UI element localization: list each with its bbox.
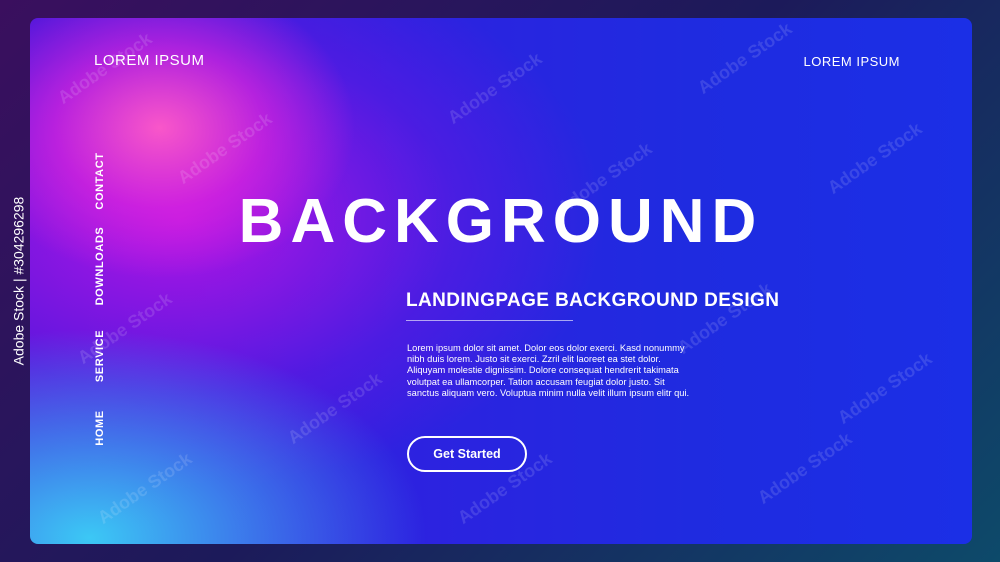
watermark: Adobe Stock [753,428,856,508]
stock-id-text: Adobe Stock | #304296298 [10,196,27,366]
nav-item-label: HOME [94,410,106,446]
watermark: Adobe Stock [283,368,386,448]
header-right-label: LOREM IPSUM [803,54,900,69]
hero-subtitle: LANDINGPAGE BACKGROUND DESIGN [406,290,780,311]
watermark: Adobe Stock [833,348,936,428]
landing-card: Adobe Stock Adobe Stock Adobe Stock Adob… [30,18,972,544]
nav-item-home[interactable]: HOME [86,403,114,453]
get-started-button[interactable]: Get Started [407,436,527,472]
hero-title: BACKGROUND [238,187,764,256]
hero-body-text: Lorem ipsum dolor sit amet. Dolor eos do… [407,343,690,398]
watermark: Adobe Stock [693,18,796,98]
header-left-label: LOREM IPSUM [94,52,205,69]
subtitle-divider [406,320,573,321]
watermark: Adobe Stock [443,48,546,128]
nav-item-label: SERVICE [94,329,106,383]
watermark: Adobe Stock [173,108,276,188]
nav-item-service[interactable]: SERVICE [86,326,114,386]
stock-id-label: Adobe Stock | #304296298 [8,120,28,442]
watermark: Adobe Stock [93,448,196,528]
